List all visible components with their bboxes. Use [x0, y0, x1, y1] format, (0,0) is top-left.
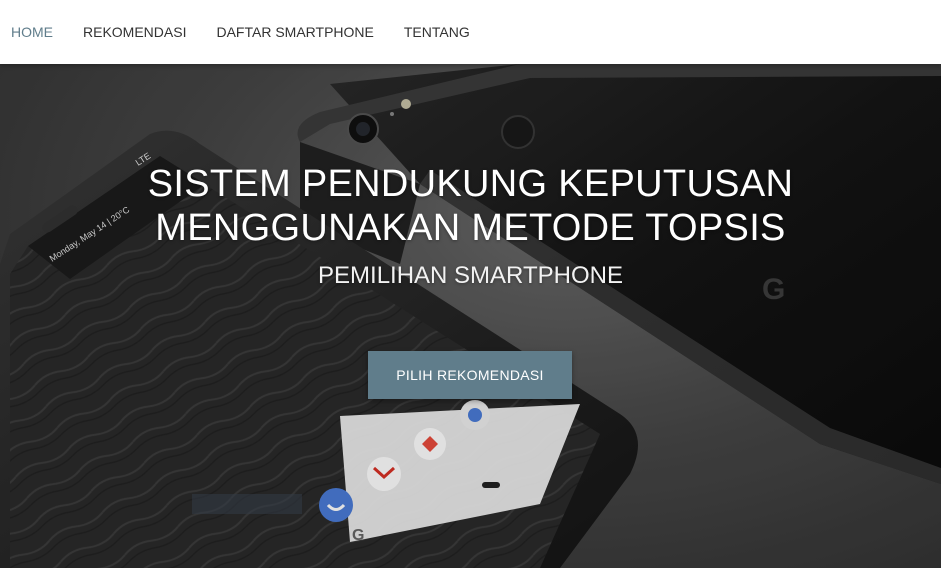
hero-title-line1: SISTEM PENDUKUNG KEPUTUSAN: [147, 163, 794, 205]
hero-subtitle: PEMILIHAN SMARTPHONE: [318, 262, 623, 289]
nav-home[interactable]: HOME: [0, 0, 68, 64]
top-navbar: HOME REKOMENDASI DAFTAR SMARTPHONE TENTA…: [0, 0, 941, 64]
nav-tentang[interactable]: TENTANG: [389, 0, 485, 64]
nav-daftar-smartphone[interactable]: DAFTAR SMARTPHONE: [201, 0, 388, 64]
hero-background-image: G G LTE Monday, May 14 | 20°C: [0, 64, 941, 568]
hero-banner: G G LTE Monday, May 14 | 20°C SISTEM PEN…: [0, 64, 941, 568]
pilih-rekomendasi-button[interactable]: PILIH REKOMENDASI: [368, 351, 572, 399]
hero-title: SISTEM PENDUKUNG KEPUTUSAN MENGGUNAKAN M…: [0, 162, 941, 250]
nav-rekomendasi[interactable]: REKOMENDASI: [68, 0, 201, 64]
hero-title-line2: MENGGUNAKAN METODE TOPSIS: [155, 207, 786, 249]
